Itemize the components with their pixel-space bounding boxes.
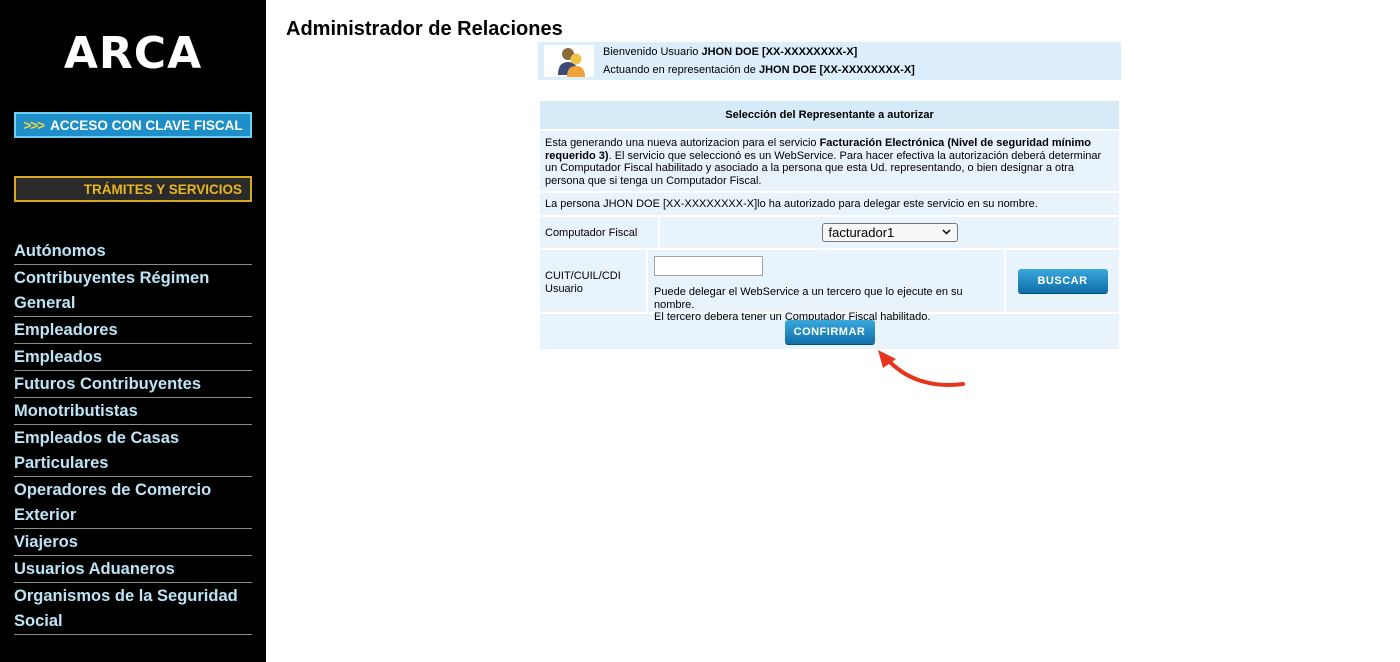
representative-panel: Selección del Representante a autorizar …: [540, 101, 1119, 349]
sidebar-nav-item-label: Empleados: [14, 348, 103, 366]
representation-line: Actuando en representación de JHON DOE […: [603, 64, 915, 76]
sidebar-nav-item-label: Organismos de la Seguridad: [14, 587, 238, 605]
tramites-servicios-label: TRÁMITES Y SERVICIOS: [83, 181, 242, 197]
sidebar-nav-item[interactable]: Operadores de Comercio Exterior: [14, 477, 252, 529]
cuit-row: CUIT/CUIL/CDI Usuario Puede delegar el W…: [540, 250, 1119, 323]
sidebar-nav-item[interactable]: Autónomos: [14, 238, 252, 265]
cuit-input[interactable]: [654, 256, 763, 276]
represented-user: JHON DOE [XX-XXXXXXXX-X]: [758, 64, 915, 76]
cuit-help-1: Puede delegar el WebService a un tercero…: [654, 286, 963, 311]
sidebar-nav-item-label: Autónomos: [14, 242, 106, 260]
sidebar-nav-item[interactable]: Usuarios Aduaneros: [14, 556, 252, 583]
panel-description: Esta generando una nueva autorizacion pa…: [540, 131, 1119, 193]
confirmar-button[interactable]: CONFIRMAR: [784, 319, 875, 344]
sidebar-nav-item[interactable]: Organismos de la Seguridad Social: [14, 583, 252, 635]
sidebar-nav-item-label: Empleadores: [14, 321, 118, 339]
users-icon: [544, 45, 594, 77]
desc-post: . El servicio que seleccionó es un WebSe…: [545, 149, 1102, 187]
welcome-user: JHON DOE [XX-XXXXXXXX-X]: [701, 46, 858, 58]
sidebar-nav-item-label: Viajeros: [14, 533, 78, 551]
sidebar-nav-item-label: Exterior: [14, 506, 77, 524]
sidebar-nav-item-label: General: [14, 294, 76, 312]
chevron-down-icon: [941, 227, 951, 238]
welcome-bar: Bienvenido Usuario JHON DOE [XX-XXXXXXXX…: [538, 42, 1121, 80]
sidebar-nav-item[interactable]: Empleados de Casas Particulares: [14, 425, 252, 477]
computador-fiscal-label: Computador Fiscal: [540, 217, 660, 248]
sidebar-nav-item[interactable]: Empleadores: [14, 317, 252, 344]
computador-fiscal-select[interactable]: facturador1: [821, 223, 958, 242]
sidebar-nav-item[interactable]: Viajeros: [14, 529, 252, 556]
sidebar-nav-item-label: Contribuyentes Régimen: [14, 269, 210, 287]
desc-pre: Esta generando una nueva autorizacion pa…: [545, 137, 820, 149]
sidebar-nav-item-label: Futuros Contribuyentes: [14, 375, 202, 393]
welcome-user-line: Bienvenido Usuario JHON DOE [XX-XXXXXXXX…: [603, 46, 857, 58]
welcome-prefix: Bienvenido Usuario: [603, 46, 702, 58]
sidebar-nav-item[interactable]: Empleados: [14, 344, 252, 371]
sidebar-nav-item[interactable]: Futuros Contribuyentes: [14, 371, 252, 398]
red-curved-arrow-icon: [870, 346, 970, 397]
sidebar-nav-item-label: Usuarios Aduaneros: [14, 560, 175, 578]
arca-logo[interactable]: ARCA: [0, 28, 266, 79]
sidebar-nav-item-label: Monotributistas: [14, 402, 138, 420]
arrows-icon: >>>: [23, 117, 45, 133]
computador-fiscal-value: facturador1: [828, 225, 895, 240]
delegate-line: La persona JHON DOE [XX-XXXXXXXX-X]lo ha…: [540, 193, 1119, 217]
acceso-clave-fiscal-button[interactable]: >>> ACCESO CON CLAVE FISCAL: [14, 112, 252, 138]
cuit-label: CUIT/CUIL/CDI Usuario: [540, 250, 648, 312]
sidebar-nav-item-label: Particulares: [14, 454, 109, 472]
computador-fiscal-row: Computador Fiscal facturador1: [540, 217, 1119, 250]
sidebar-nav: Autónomos Contribuyentes Régimen General Em…: [14, 238, 252, 635]
sidebar-nav-item-label: Social: [14, 612, 63, 630]
computador-fiscal-cell: facturador1: [660, 217, 1119, 248]
buscar-button[interactable]: BUSCAR: [1017, 269, 1108, 293]
buscar-cell: BUSCAR: [1006, 250, 1119, 312]
tramites-servicios-button[interactable]: TRÁMITES Y SERVICIOS: [14, 176, 252, 202]
sidebar-nav-item-label: Empleados de Casas: [14, 429, 180, 447]
sidebar-nav-item[interactable]: Contribuyentes Régimen General: [14, 265, 252, 317]
sidebar-nav-item[interactable]: Monotributistas: [14, 398, 252, 425]
confirm-row: CONFIRMAR: [540, 314, 1119, 349]
page-title: Administrador de Relaciones: [286, 18, 563, 40]
sidebar: ARCA >>> ACCESO CON CLAVE FISCAL TRÁMITE…: [0, 0, 266, 662]
acceso-clave-fiscal-label: ACCESO CON CLAVE FISCAL: [50, 117, 243, 133]
cuit-cell: Puede delegar el WebService a un tercero…: [648, 250, 1006, 323]
representation-prefix: Actuando en representación de: [603, 64, 759, 76]
sidebar-nav-item-label: Operadores de Comercio: [14, 481, 212, 499]
panel-heading: Selección del Representante a autorizar: [540, 101, 1119, 131]
